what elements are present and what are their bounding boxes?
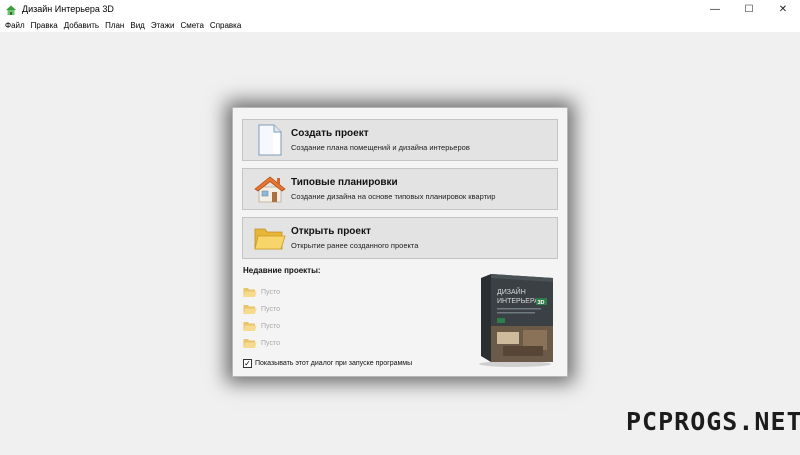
folder-icon	[243, 339, 257, 348]
menu-help[interactable]: Справка	[207, 21, 244, 30]
product-box-image: ДИЗАЙН ИНТЕРЬЕРА 3D	[473, 272, 557, 368]
recent-projects-title: Недавние проекты:	[243, 266, 321, 275]
recent-project-label: Пусто	[261, 306, 280, 313]
folder-icon	[253, 220, 287, 256]
product-title-line2: ИНТЕРЬЕРА	[497, 298, 539, 305]
menu-file[interactable]: Файл	[2, 21, 28, 30]
recent-project-item[interactable]: Пусто	[243, 284, 280, 301]
recent-projects-list: Пусто Пусто Пусто Пусто	[243, 284, 280, 352]
recent-project-item[interactable]: Пусто	[243, 335, 280, 352]
folder-icon	[243, 322, 257, 331]
create-project-subtitle: Создание плана помещений и дизайна интер…	[291, 143, 470, 152]
typical-layouts-subtitle: Создание дизайна на основе типовых плани…	[291, 192, 496, 201]
window-title: Дизайн Интерьера 3D	[22, 4, 114, 14]
create-project-button[interactable]: Создать проект Создание плана помещений …	[242, 119, 558, 161]
document-icon	[253, 122, 287, 158]
recent-project-item[interactable]: Пусто	[243, 301, 280, 318]
menu-plan[interactable]: План	[102, 21, 127, 30]
menu-add[interactable]: Добавить	[61, 21, 102, 30]
product-title-line1: ДИЗАЙН	[497, 287, 526, 296]
recent-project-label: Пусто	[261, 340, 280, 347]
maximize-button[interactable]: ☐	[732, 0, 766, 18]
close-button[interactable]: ✕	[766, 0, 800, 18]
recent-project-label: Пусто	[261, 323, 280, 330]
menu-floors[interactable]: Этажи	[148, 21, 178, 30]
menu-estimate[interactable]: Смета	[177, 21, 206, 30]
start-dialog: Создать проект Создание плана помещений …	[232, 107, 568, 377]
folder-icon	[243, 305, 257, 314]
open-project-button[interactable]: Открыть проект Открытие ранее созданного…	[242, 217, 558, 259]
app-house-icon	[5, 3, 17, 15]
show-on-start-option[interactable]: ✓ Показывать этот диалог при запуске про…	[243, 359, 412, 368]
show-on-start-checkbox[interactable]: ✓	[243, 359, 252, 368]
open-project-title: Открыть проект	[291, 226, 371, 237]
create-project-title: Создать проект	[291, 128, 369, 139]
menu-edit[interactable]: Правка	[28, 21, 61, 30]
window-controls: — ☐ ✕	[698, 0, 800, 18]
recent-project-item[interactable]: Пусто	[243, 318, 280, 335]
typical-layouts-button[interactable]: Типовые планировки Создание дизайна на о…	[242, 168, 558, 210]
house-icon	[253, 171, 287, 207]
minimize-button[interactable]: —	[698, 0, 732, 18]
watermark: PCPROGS.NET	[626, 407, 800, 436]
menu-bar: Файл Правка Добавить План Вид Этажи Смет…	[0, 18, 800, 32]
open-project-subtitle: Открытие ранее созданного проекта	[291, 241, 419, 250]
show-on-start-label: Показывать этот диалог при запуске прогр…	[255, 360, 413, 367]
title-bar: Дизайн Интерьера 3D — ☐ ✕	[0, 0, 800, 18]
product-badge: 3D	[538, 300, 545, 306]
folder-icon	[243, 288, 257, 297]
menu-view[interactable]: Вид	[127, 21, 147, 30]
recent-project-label: Пусто	[261, 289, 280, 296]
typical-layouts-title: Типовые планировки	[291, 177, 398, 188]
